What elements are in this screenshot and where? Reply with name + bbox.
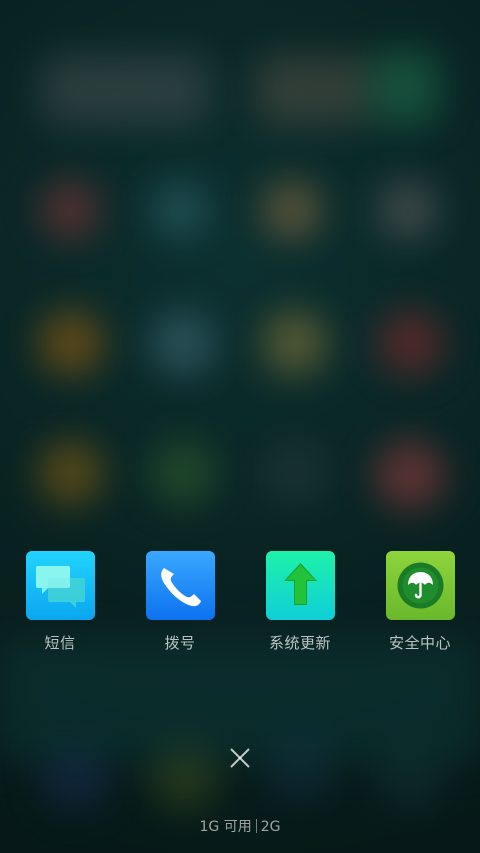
app-label: 短信 (44, 634, 76, 652)
memory-status: 1G 可用 2G (0, 816, 480, 836)
recent-app-phone[interactable]: 拨号 (130, 551, 230, 661)
app-label: 拨号 (164, 634, 196, 652)
app-label: 系统更新 (268, 634, 331, 652)
security-center-icon (385, 551, 455, 620)
recent-app-messages[interactable]: 短信 (10, 551, 110, 661)
memory-total: 2G (260, 819, 281, 835)
blurred-home-background (0, 0, 480, 853)
memory-free: 1G 可用 (199, 819, 252, 835)
phone-icon (145, 551, 215, 620)
messages-icon (25, 551, 95, 620)
memory-divider (255, 819, 257, 833)
recent-app-security-center[interactable]: 安全中心 (370, 551, 470, 661)
system-update-icon (265, 551, 335, 620)
clear-recents-button[interactable] (222, 740, 258, 776)
app-label: 安全中心 (388, 634, 451, 652)
recent-apps-row: 短信 拨号 系统更新 安全中心 (0, 551, 480, 661)
recent-app-system-update[interactable]: 系统更新 (250, 551, 350, 661)
close-icon (230, 748, 250, 768)
